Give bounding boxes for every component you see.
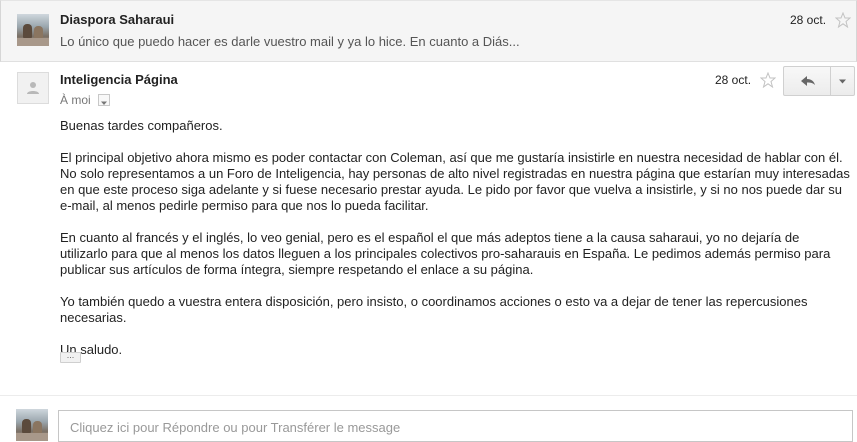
recipient-label[interactable]: À moi (60, 93, 91, 107)
reply-button-group (783, 66, 855, 96)
message-date: 28 oct. (715, 73, 752, 87)
dropdown-arrow-icon (839, 79, 846, 84)
reply-input[interactable]: Cliquez ici pour Répondre ou pour Transf… (58, 410, 853, 442)
sender-name: Diaspora Saharaui (60, 12, 175, 27)
sender-avatar-default (17, 72, 49, 104)
reply-placeholder: Cliquez ici pour Répondre ou pour Transf… (70, 420, 401, 435)
message-snippet: Lo único que puedo hacer es darle vuestr… (60, 34, 520, 49)
more-actions-button[interactable] (831, 67, 854, 95)
star-icon[interactable] (835, 12, 851, 28)
divider (0, 395, 857, 396)
reply-button[interactable] (784, 67, 831, 95)
sender-avatar (17, 14, 49, 46)
user-avatar (16, 409, 48, 441)
person-silhouette-icon (27, 82, 39, 94)
body-paragraph: Un saludo. (60, 342, 123, 357)
reply-arrow-icon (801, 76, 815, 86)
body-paragraph: Yo también quedo a vuestra entera dispos… (60, 294, 808, 325)
body-paragraph: El principal objetivo ahora mismo es pod… (60, 150, 850, 213)
star-icon[interactable] (760, 72, 776, 88)
sender-name: Inteligencia Página (60, 72, 178, 87)
chevron-down-icon (101, 101, 107, 105)
recipient-details-toggle[interactable] (98, 94, 110, 106)
show-trimmed-content-button[interactable]: ... (60, 351, 81, 363)
collapsed-message[interactable]: Diaspora Saharaui 28 oct. Lo único que p… (0, 0, 857, 62)
message-date: 28 oct. (790, 13, 827, 27)
message-body: Buenas tardes compañeros. El principal o… (60, 118, 850, 374)
body-paragraph: Buenas tardes compañeros. (60, 118, 223, 133)
body-paragraph: En cuanto al francés y el inglés, lo veo… (60, 230, 831, 277)
